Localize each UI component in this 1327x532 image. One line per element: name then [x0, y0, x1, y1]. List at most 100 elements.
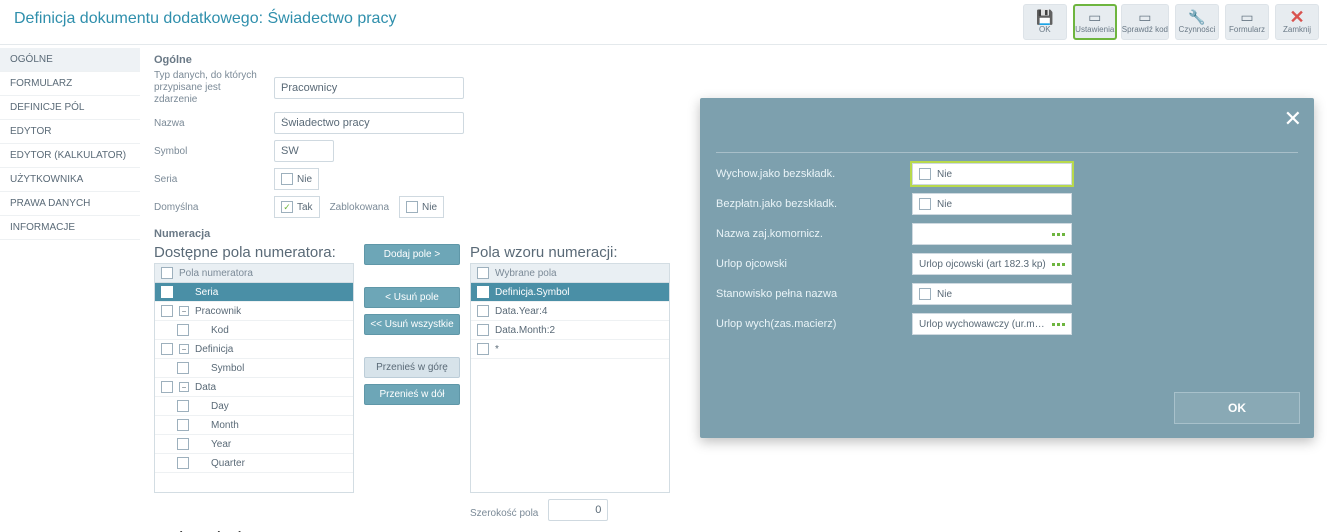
- ustawienia-label: Ustawienia: [1075, 25, 1114, 35]
- seria-check[interactable]: Nie: [274, 168, 319, 190]
- checkbox-icon[interactable]: ✓: [477, 286, 489, 298]
- sidebar-item-ogolne[interactable]: OGÓLNE: [0, 48, 140, 72]
- item-label: Data.Month:2: [495, 325, 555, 336]
- dialog-textlist[interactable]: Urlop ojcowski (art 182.3 kp): [912, 253, 1072, 275]
- checkbox-icon: ✓: [281, 201, 293, 213]
- dialog-row-label: Wychow.jako bezskładk.: [716, 168, 896, 180]
- close-icon: ✕: [1289, 10, 1304, 24]
- checkbox-icon[interactable]: [161, 381, 173, 393]
- sidebar-item-edytor[interactable]: EDYTOR: [0, 120, 140, 144]
- collapse-icon[interactable]: −: [179, 306, 189, 316]
- zablokowana-value: Nie: [422, 202, 437, 213]
- ok-button[interactable]: 💾 OK: [1023, 4, 1067, 40]
- checkbox-icon: [919, 288, 931, 300]
- sidebar-item-uzytkownika[interactable]: UŻYTKOWNIKA: [0, 168, 140, 192]
- checkbox-icon[interactable]: [177, 400, 189, 412]
- move-down-button[interactable]: Przenieś w dół: [364, 384, 460, 405]
- czynnosci-button[interactable]: 🔧 Czynności: [1175, 4, 1219, 40]
- page-title: Definicja dokumentu dodatkowego: Świadec…: [14, 10, 396, 28]
- list-item[interactable]: +Quarter: [155, 454, 353, 473]
- checkbox-icon[interactable]: [177, 438, 189, 450]
- dialog-row-label: Urlop ojcowski: [716, 258, 896, 270]
- left-head: Pola numeratora: [154, 263, 354, 283]
- list-item[interactable]: −Pracownik: [155, 302, 353, 321]
- checkbox-icon[interactable]: [177, 362, 189, 374]
- dialog-checkbox[interactable]: Nie: [912, 283, 1072, 305]
- zamknij-button[interactable]: ✕ Zamknij: [1275, 4, 1319, 40]
- checkbox-icon[interactable]: [161, 343, 173, 355]
- sprawdzkod-button[interactable]: ▭ Sprawdź kod: [1121, 4, 1169, 40]
- dialog-ok-button[interactable]: OK: [1174, 392, 1300, 424]
- dialog-close-icon[interactable]: ✕: [1284, 106, 1302, 132]
- collapse-icon[interactable]: −: [179, 382, 189, 392]
- header-checkbox[interactable]: [161, 267, 173, 279]
- header-checkbox[interactable]: [477, 267, 489, 279]
- typ-label: Typ danych, do których przypisane jest z…: [154, 70, 264, 106]
- zablokowana-check[interactable]: Nie: [399, 196, 444, 218]
- symbol-input[interactable]: [274, 140, 334, 162]
- item-label: Symbol: [211, 363, 244, 374]
- right-head: Wybrane pola: [470, 263, 670, 283]
- item-label: Kod: [211, 325, 229, 336]
- section-header: Ogólne: [154, 54, 1313, 66]
- item-label: Pracownik: [195, 306, 241, 317]
- seria-value: Nie: [297, 174, 312, 185]
- list-item[interactable]: −Data: [155, 378, 353, 397]
- sidebar-item-formularz[interactable]: FORMULARZ: [0, 72, 140, 96]
- settings-dialog: ✕ Wychow.jako bezskładk.NieBezpłatn.jako…: [700, 98, 1314, 438]
- list-item[interactable]: +Year: [155, 435, 353, 454]
- add-field-button[interactable]: Dodaj pole >: [364, 244, 460, 265]
- formularz-button[interactable]: ▭ Formularz: [1225, 4, 1269, 40]
- checkbox-icon[interactable]: [177, 324, 189, 336]
- checkbox-icon[interactable]: [177, 457, 189, 469]
- domyslna-check[interactable]: ✓Tak: [274, 196, 320, 218]
- symbol-label: Symbol: [154, 146, 264, 157]
- sidebar-item-prawa[interactable]: PRAWA DANYCH: [0, 192, 140, 216]
- typ-input[interactable]: [274, 77, 464, 99]
- left-list-panel: Dostępne pola numeratora: Pola numerator…: [154, 244, 354, 493]
- right-title: Pola wzoru numeracji:: [470, 244, 670, 261]
- move-up-button[interactable]: Przenieś w górę: [364, 357, 460, 378]
- checkbox-icon[interactable]: [477, 324, 489, 336]
- checkbox-icon[interactable]: [177, 419, 189, 431]
- checkbox-icon[interactable]: [161, 305, 173, 317]
- checkbox-icon[interactable]: [477, 305, 489, 317]
- item-label: Definicja: [195, 344, 233, 355]
- dialog-value: Urlop wychowawczy (ur.macierzy: [919, 319, 1046, 330]
- left-list[interactable]: ✓+Seria−Pracownik+Kod−Definicja+Symbol−D…: [154, 283, 354, 493]
- list-item[interactable]: +Day: [155, 397, 353, 416]
- dialog-textlist[interactable]: Urlop wychowawczy (ur.macierzy: [912, 313, 1072, 335]
- checkbox-icon: [281, 173, 293, 185]
- ustawienia-button[interactable]: ▭ Ustawienia: [1073, 4, 1117, 40]
- right-list[interactable]: ✓Definicja.SymbolData.Year:4 Data.Month:2…: [470, 283, 670, 493]
- checkbox-icon[interactable]: [477, 343, 489, 355]
- list-item[interactable]: ✓Definicja.Symbol: [471, 283, 669, 302]
- remove-all-button[interactable]: << Usuń wszystkie: [364, 314, 460, 335]
- list-item[interactable]: ✓+Seria: [155, 283, 353, 302]
- checkbox-icon[interactable]: ✓: [161, 286, 173, 298]
- right-head-text: Wybrane pola: [495, 268, 557, 279]
- list-item[interactable]: −Definicja: [155, 340, 353, 359]
- width-input[interactable]: [548, 499, 608, 521]
- collapse-icon[interactable]: −: [179, 344, 189, 354]
- remove-field-button[interactable]: < Usuń pole: [364, 287, 460, 308]
- sidebar-item-informacje[interactable]: INFORMACJE: [0, 216, 140, 240]
- dialog-row: Stanowisko pełna nazwaNie: [716, 283, 1298, 305]
- list-item[interactable]: +Symbol: [155, 359, 353, 378]
- dialog-value: Nie: [937, 199, 952, 210]
- list-item[interactable]: Data.Year:4: [471, 302, 669, 321]
- list-item[interactable]: *: [471, 340, 669, 359]
- toolbar-group: ▭ Ustawienia ▭ Sprawdź kod: [1073, 4, 1169, 40]
- list-item[interactable]: +Month: [155, 416, 353, 435]
- dialog-textlist[interactable]: [912, 223, 1072, 245]
- wrench-icon: 🔧: [1188, 10, 1205, 24]
- sidebar-item-edytor-kalk[interactable]: EDYTOR (KALKULATOR): [0, 144, 140, 168]
- nazwa-input[interactable]: [274, 112, 464, 134]
- sidebar-item-definicje[interactable]: DEFINICJE PÓL: [0, 96, 140, 120]
- list-item[interactable]: +Kod: [155, 321, 353, 340]
- list-item[interactable]: Data.Month:2: [471, 321, 669, 340]
- dialog-checkbox[interactable]: Nie: [912, 193, 1072, 215]
- item-label: Quarter: [211, 458, 245, 469]
- zamknij-label: Zamknij: [1283, 25, 1311, 35]
- dialog-checkbox[interactable]: Nie: [912, 163, 1072, 185]
